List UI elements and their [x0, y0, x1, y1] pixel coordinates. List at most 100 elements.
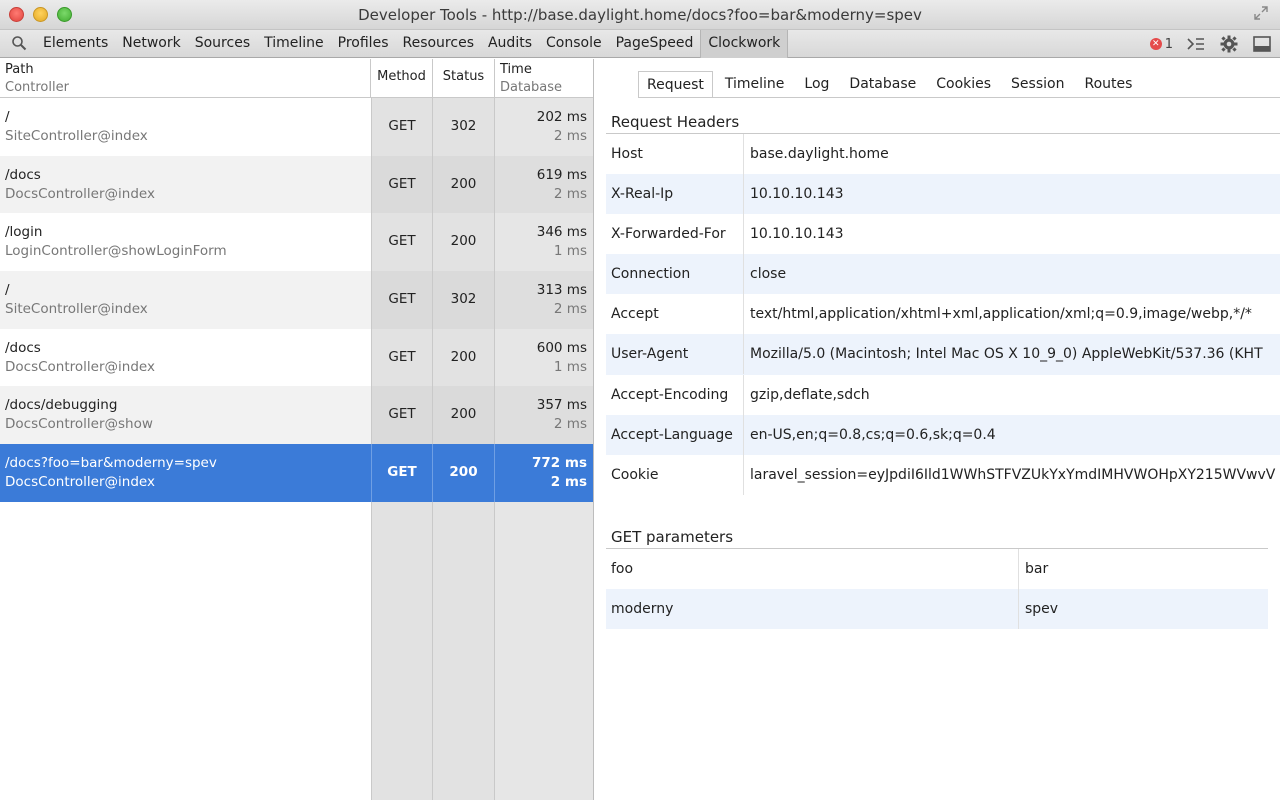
get-parameters-table: foo bar moderny spev [606, 548, 1268, 630]
time-cell: 772 ms 2 ms [494, 444, 593, 502]
request-method: GET [371, 155, 432, 214]
detail-tab-session[interactable]: Session [1003, 71, 1072, 98]
request-path: /docs [5, 339, 41, 356]
error-counter[interactable]: ✕ 1 [1149, 37, 1173, 52]
request-row[interactable]: /docs/debugging DocsController@show GET 200… [0, 386, 593, 445]
param-row: foo bar [606, 549, 1268, 589]
tab-audits[interactable]: Audits [481, 30, 539, 58]
request-row[interactable]: /docs?foo=bar&moderny=spev DocsController… [0, 444, 593, 502]
path-cell: /docs DocsController@index [5, 156, 365, 214]
request-path: / [5, 109, 10, 125]
request-method: GET [371, 271, 432, 329]
header-row-value: text/html,application/xhtml+xml,applicat… [743, 294, 1252, 335]
console-drawer-icon[interactable] [1186, 34, 1206, 54]
request-controller: DocsController@show [5, 416, 153, 433]
detail-tab-cookies[interactable]: Cookies [928, 71, 999, 98]
request-row[interactable]: /login LoginController@showLoginForm GET 20… [0, 213, 593, 272]
path-cell: /docs/debugging DocsController@show [5, 386, 365, 444]
path-cell: /login LoginController@showLoginForm [5, 213, 365, 271]
header-row-key: Connection [611, 266, 691, 283]
tab-clockwork[interactable]: Clockwork [700, 30, 789, 58]
request-path: /docs?foo=bar&moderny=spev [5, 455, 217, 472]
tab-pagespeed[interactable]: PageSpeed [609, 30, 701, 58]
header-row: Cookie laravel_session=eyJpdiI6Ild1WWhSTF… [606, 454, 1280, 495]
dock-icon[interactable] [1252, 34, 1272, 54]
header-row: Accept text/html,application/xhtml+xml,ap… [606, 294, 1280, 335]
method-column-header[interactable]: Method [370, 59, 432, 98]
request-controller: DocsController@index [5, 185, 155, 202]
tab-profiles[interactable]: Profiles [331, 30, 396, 58]
tab-elements[interactable]: Elements [36, 30, 115, 58]
request-status: 200 [432, 328, 494, 387]
header-row-key: Accept-Encoding [611, 386, 729, 403]
param-row-key: foo [611, 561, 634, 577]
detail-tab-request[interactable]: Request [638, 71, 713, 98]
header-row: X-Forwarded-For 10.10.10.143 [606, 214, 1280, 255]
header-row-key: Accept [611, 306, 659, 323]
devtools-toolbar: Elements Network Sources Timeline Profiles Re… [0, 30, 1280, 58]
header-row-key: X-Forwarded-For [611, 226, 726, 243]
request-db-time: 2 ms [553, 128, 587, 144]
header-row-value: base.daylight.home [743, 134, 889, 174]
window-title: Developer Tools - http://base.daylight.h… [358, 6, 922, 24]
header-row-key: X-Real-Ip [611, 186, 674, 203]
detail-tab-database[interactable]: Database [841, 71, 924, 98]
detail-tabs-divider [638, 97, 1280, 98]
request-row[interactable]: / SiteController@index GET 302 313 ms 2 ms [0, 271, 593, 329]
request-controller: LoginController@showLoginForm [5, 243, 227, 260]
header-row: User-Agent Mozilla/5.0 (Macintosh; Intel … [606, 334, 1280, 375]
database-header-label: Database [500, 80, 563, 95]
panel-tabs: Elements Network Sources Timeline Profiles Re… [36, 30, 789, 58]
tab-sources[interactable]: Sources [188, 30, 257, 58]
controller-header-label: Controller [5, 80, 69, 95]
tab-timeline[interactable]: Timeline [257, 30, 331, 58]
request-db-time: 2 ms [553, 301, 587, 318]
path-cell: / SiteController@index [5, 98, 365, 156]
request-db-time: 2 ms [553, 416, 587, 433]
tab-network[interactable]: Network [115, 30, 187, 58]
detail-tab-timeline[interactable]: Timeline [717, 71, 793, 98]
request-row[interactable]: /docs DocsController@index GET 200 619 ms 2 m… [0, 155, 593, 214]
time-cell: 346 ms 1 ms [494, 213, 593, 272]
request-path: /docs/debugging [5, 397, 118, 414]
detail-tab-routes[interactable]: Routes [1076, 71, 1140, 98]
request-details-pane: Request Timeline Log Database Cookies Session… [594, 59, 1280, 800]
request-status: 302 [432, 98, 494, 156]
tab-console[interactable]: Console [539, 30, 609, 58]
time-cell: 600 ms 1 ms [494, 328, 593, 387]
header-row-value: laravel_session=eyJpdiI6Ild1WWhSTFVZUkYx… [743, 454, 1275, 495]
status-column-header[interactable]: Status [432, 59, 494, 98]
request-method: GET [371, 386, 432, 445]
title-bar: Developer Tools - http://base.daylight.h… [0, 0, 1280, 30]
request-row[interactable]: / SiteController@index GET 302 202 ms 2 ms [0, 98, 593, 156]
request-headers-table: Host base.daylight.home X-Real-Ip 10.10.10.… [606, 133, 1280, 495]
param-row-value: bar [1018, 549, 1048, 589]
header-row-key: User-Agent [611, 346, 689, 363]
path-column-header[interactable]: Path Controller [5, 59, 365, 98]
request-status: 302 [432, 271, 494, 329]
request-controller: DocsController@index [5, 358, 155, 375]
requests-table-header: Path Controller Method Status Time Datab… [0, 59, 593, 98]
request-db-time: 2 ms [550, 474, 587, 491]
fullscreen-icon[interactable] [1254, 6, 1268, 24]
request-time: 772 ms [532, 455, 587, 472]
request-time: 202 ms [536, 109, 587, 125]
request-time: 313 ms [536, 282, 587, 299]
search-icon[interactable] [11, 35, 27, 51]
header-row-key: Accept-Language [611, 426, 733, 443]
request-row[interactable]: /docs DocsController@index GET 200 600 ms 1 m… [0, 328, 593, 387]
header-row-value: close [743, 254, 786, 295]
request-db-time: 1 ms [553, 358, 587, 375]
header-row-value: en-US,en;q=0.8,cs;q=0.6,sk;q=0.4 [743, 414, 996, 455]
gear-icon[interactable] [1219, 34, 1239, 54]
request-time: 357 ms [536, 397, 587, 414]
path-cell: /docs DocsController@index [5, 329, 365, 387]
param-row-key: moderny [611, 601, 674, 618]
detail-tab-log[interactable]: Log [796, 71, 837, 98]
request-time: 600 ms [536, 339, 587, 356]
header-row-value: gzip,deflate,sdch [743, 374, 870, 415]
tab-resources[interactable]: Resources [395, 30, 481, 58]
time-cell: 357 ms 2 ms [494, 386, 593, 445]
time-column-header[interactable]: Time Database [494, 59, 593, 98]
header-row: X-Real-Ip 10.10.10.143 [606, 174, 1280, 215]
